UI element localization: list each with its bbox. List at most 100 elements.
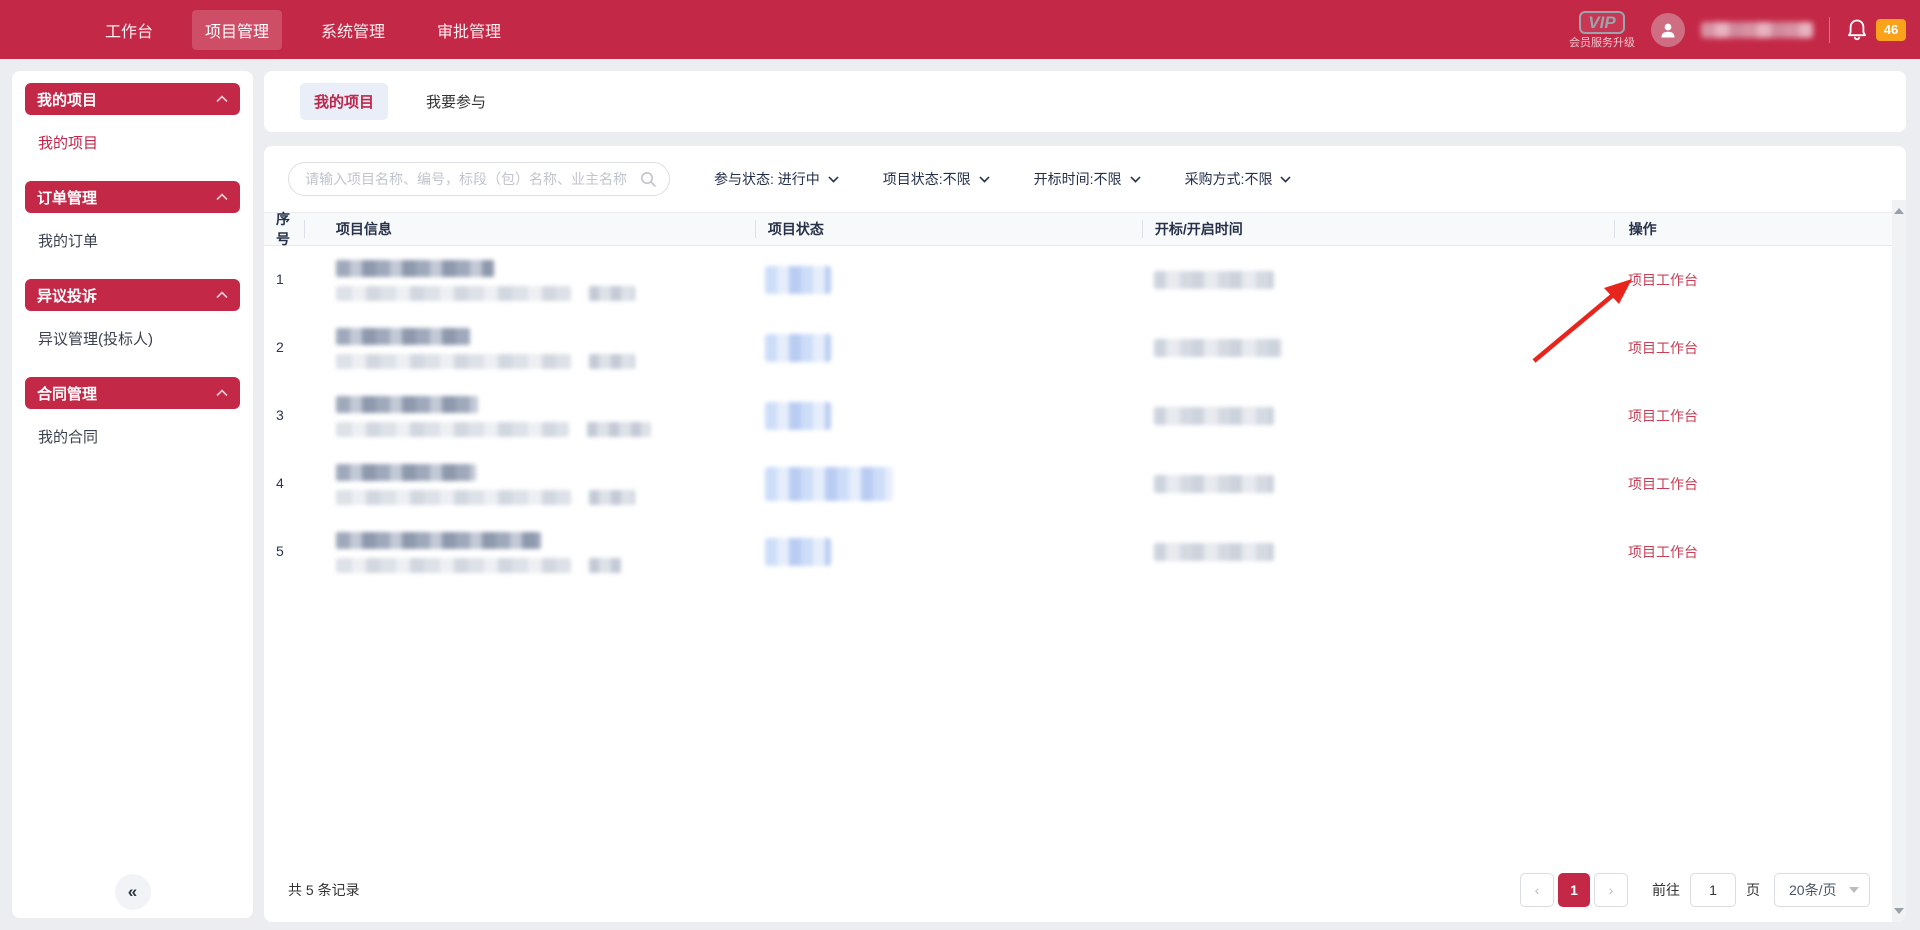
- status-badge-redacted: [765, 538, 831, 566]
- vip-upgrade[interactable]: VIP 会员服务升级: [1569, 11, 1635, 49]
- sidebar-item-my-contracts[interactable]: 我的合同: [12, 409, 253, 463]
- prev-page-button[interactable]: ‹: [1520, 873, 1554, 907]
- filter-bid-opening-time[interactable]: 开标时间:不限: [1034, 169, 1141, 189]
- records-total: 共 5 条记录: [288, 880, 360, 900]
- project-tag-redacted: [589, 558, 621, 573]
- filter-bar: 参与状态: 进行中 项目状态:不限 开标时间:不限 采购方式:不限: [264, 146, 1906, 212]
- col-header-actions: 操作: [1615, 219, 1892, 239]
- goto-label: 前往: [1652, 880, 1680, 900]
- table-row: 1 项目工作台: [264, 246, 1892, 314]
- search-box[interactable]: [288, 162, 670, 196]
- filter-label: 项目状态:不限: [883, 169, 971, 189]
- filter-project-status[interactable]: 项目状态:不限: [883, 169, 990, 189]
- table-row: 4 项目工作台: [264, 450, 1892, 518]
- navbar-right: VIP 会员服务升级 46: [1569, 11, 1920, 49]
- sidebar-section-title: 我的项目: [37, 89, 97, 110]
- project-name-redacted: [336, 260, 494, 277]
- notifications[interactable]: 46: [1846, 18, 1906, 42]
- project-name-redacted: [336, 328, 470, 345]
- status-badge-redacted: [765, 467, 893, 501]
- open-time-redacted: [1154, 475, 1274, 493]
- open-time-redacted: [1154, 407, 1274, 425]
- row-index: 3: [276, 407, 284, 423]
- project-info-cell: [304, 532, 755, 573]
- filter-label: 开标时间:不限: [1034, 169, 1122, 189]
- table-row: 5 项目工作台: [264, 518, 1892, 586]
- sidebar-section-objection-complaint[interactable]: 异议投诉: [25, 279, 240, 311]
- col-header-open-time: 开标/开启时间: [1143, 219, 1614, 239]
- navbar-divider: [1829, 17, 1830, 43]
- project-detail-redacted: [336, 422, 569, 437]
- nav-item-approval-management[interactable]: 审批管理: [424, 10, 514, 50]
- project-workbench-link[interactable]: 项目工作台: [1628, 476, 1698, 492]
- nav-item-project-management[interactable]: 项目管理: [192, 10, 282, 50]
- project-name-redacted: [336, 464, 476, 481]
- person-icon: [1658, 20, 1678, 40]
- main-panel: 参与状态: 进行中 项目状态:不限 开标时间:不限 采购方式:不限 序号 项目信…: [264, 146, 1906, 922]
- project-workbench-link[interactable]: 项目工作台: [1628, 408, 1698, 424]
- search-icon[interactable]: [639, 170, 657, 188]
- tab-my-projects[interactable]: 我的项目: [300, 83, 388, 120]
- vip-subtitle: 会员服务升级: [1569, 38, 1635, 49]
- select-caret-icon: [1849, 887, 1859, 893]
- page-size-value: 20条/页: [1789, 880, 1836, 900]
- col-header-index: 序号: [264, 209, 304, 249]
- username-redacted: [1701, 22, 1813, 38]
- col-header-project-info: 项目信息: [305, 219, 755, 239]
- sidebar-collapse-button[interactable]: «: [115, 874, 151, 910]
- project-workbench-link[interactable]: 项目工作台: [1628, 544, 1698, 560]
- row-index: 4: [276, 475, 284, 491]
- status-badge-redacted: [765, 266, 831, 294]
- project-info-cell: [304, 464, 755, 505]
- filter-label: 参与状态: 进行中: [714, 169, 820, 189]
- current-page-button[interactable]: 1: [1558, 873, 1590, 907]
- sidebar-item-my-orders[interactable]: 我的订单: [12, 213, 253, 267]
- sidebar-section-order-management[interactable]: 订单管理: [25, 181, 240, 213]
- open-time-redacted: [1154, 271, 1274, 289]
- user-avatar[interactable]: [1651, 13, 1685, 47]
- sidebar-item-my-projects[interactable]: 我的项目: [12, 115, 253, 169]
- goto-page-input[interactable]: [1690, 873, 1736, 907]
- project-tag-redacted: [589, 286, 635, 301]
- sidebar-section-title: 订单管理: [37, 187, 97, 208]
- project-detail-redacted: [336, 286, 571, 301]
- sidebar-section-contract-management[interactable]: 合同管理: [25, 377, 240, 409]
- page-size-select[interactable]: 20条/页: [1774, 873, 1870, 907]
- nav-item-system-management[interactable]: 系统管理: [308, 10, 398, 50]
- search-input[interactable]: [305, 171, 639, 187]
- filter-label: 采购方式:不限: [1185, 169, 1273, 189]
- filter-participation-status[interactable]: 参与状态: 进行中: [714, 169, 839, 189]
- project-info-cell: [304, 328, 755, 369]
- scroll-down-icon[interactable]: [1894, 908, 1904, 914]
- tabs-bar: 我的项目 我要参与: [264, 71, 1906, 132]
- next-page-button[interactable]: ›: [1594, 873, 1628, 907]
- scroll-up-icon[interactable]: [1894, 208, 1904, 214]
- chevron-up-icon: [216, 193, 228, 201]
- sidebar-item-objection-management[interactable]: 异议管理(投标人): [12, 311, 253, 365]
- chevron-down-icon: [1130, 176, 1141, 183]
- project-info-cell: [304, 260, 755, 301]
- project-detail-redacted: [336, 490, 571, 505]
- filter-procurement-method[interactable]: 采购方式:不限: [1185, 169, 1292, 189]
- sidebar: 我的项目 我的项目 订单管理 我的订单 异议投诉 异议管理(投标人) 合同管理 …: [12, 71, 253, 918]
- nav-item-workbench[interactable]: 工作台: [92, 10, 166, 50]
- project-workbench-link[interactable]: 项目工作台: [1628, 340, 1698, 356]
- pagination-bar: 共 5 条记录 ‹ 1 › 前往 页 20条/页: [264, 872, 1892, 908]
- pagination-controls: ‹ 1 › 前往 页 20条/页: [1520, 873, 1870, 907]
- table-scrollbar[interactable]: [1892, 200, 1906, 922]
- project-tag-redacted: [587, 422, 651, 437]
- top-navbar: 工作台 项目管理 系统管理 审批管理 VIP 会员服务升级 46: [0, 0, 1920, 59]
- vip-icon: VIP: [1579, 11, 1624, 34]
- project-workbench-link[interactable]: 项目工作台: [1628, 272, 1698, 288]
- status-badge-redacted: [765, 334, 831, 362]
- table-row: 2 项目工作台: [264, 314, 1892, 382]
- table-header: 序号 项目信息 项目状态 开标/开启时间 操作: [264, 212, 1892, 246]
- bell-icon: [1846, 18, 1868, 42]
- sidebar-section-my-projects[interactable]: 我的项目: [25, 83, 240, 115]
- project-name-redacted: [336, 396, 478, 413]
- chevron-down-icon: [828, 176, 839, 183]
- status-badge-redacted: [765, 402, 831, 430]
- tab-want-to-participate[interactable]: 我要参与: [412, 83, 500, 120]
- chevron-up-icon: [216, 389, 228, 397]
- chevron-up-icon: [216, 95, 228, 103]
